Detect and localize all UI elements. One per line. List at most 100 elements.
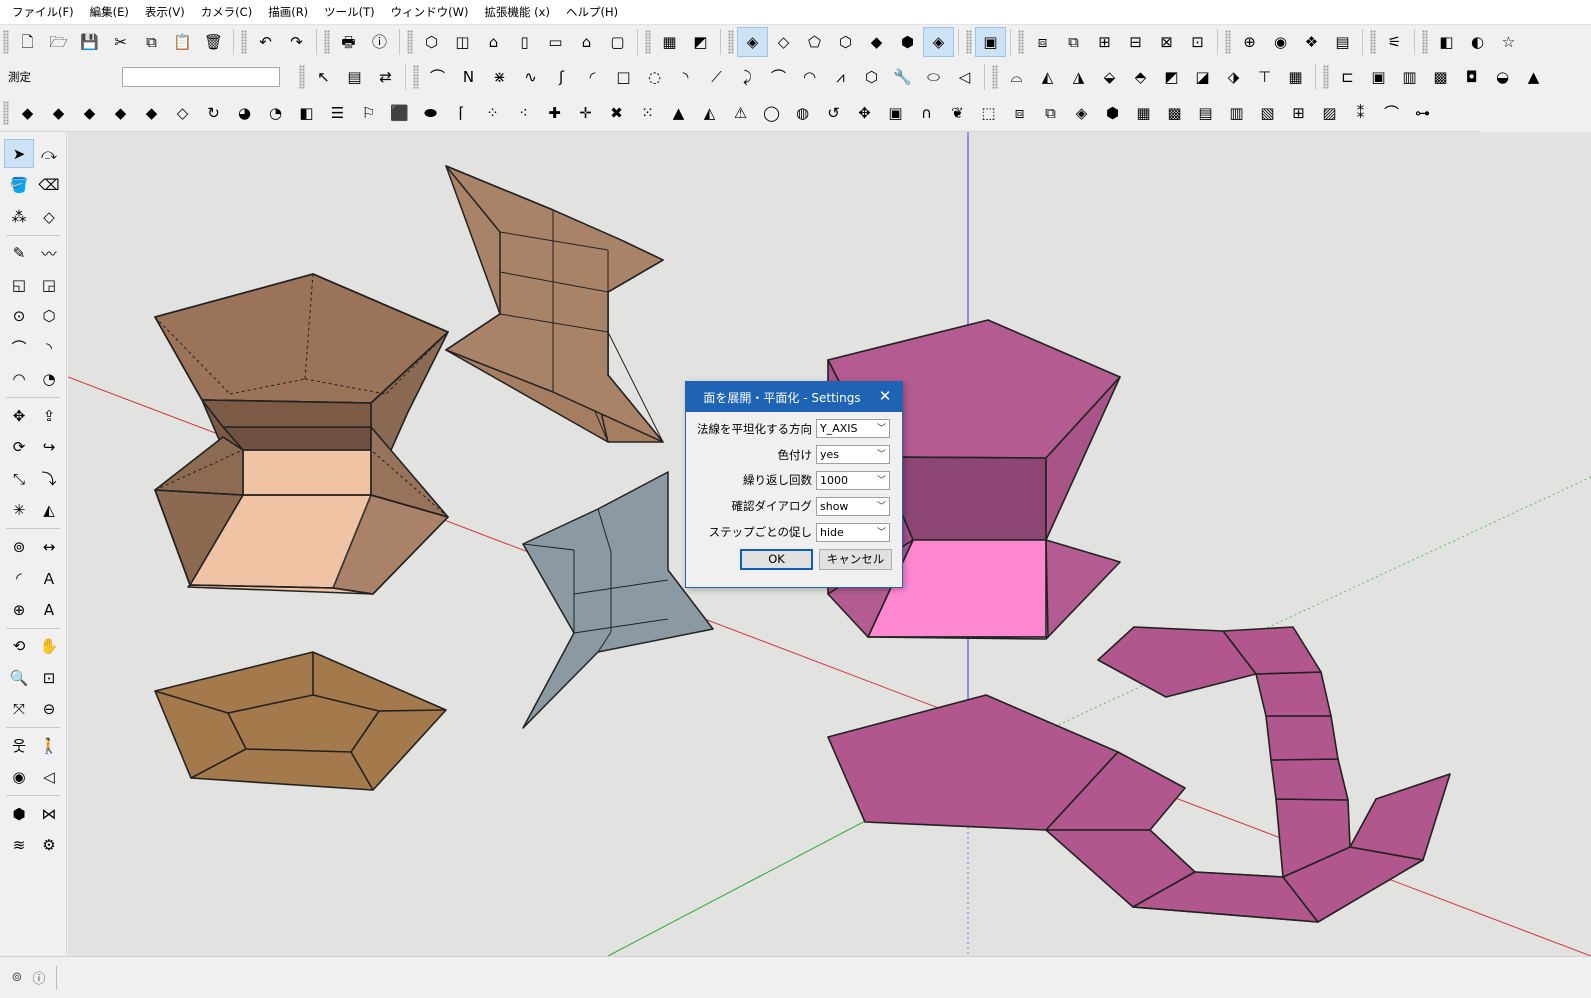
dialog-row-select[interactable]: hide ﹀ xyxy=(816,522,890,542)
delete-button[interactable]: 🗑 xyxy=(198,27,229,57)
surface-d-button[interactable]: ⬘ xyxy=(1125,62,1156,92)
wrench-button[interactable]: 🔧 xyxy=(887,62,918,92)
toolbar-grip[interactable] xyxy=(413,64,419,89)
layer-outline-button[interactable]: ◇ xyxy=(167,98,198,128)
sandbox-smoove-button[interactable]: ≋ xyxy=(4,831,34,860)
surface-g-button[interactable]: ⬗ xyxy=(1218,62,1249,92)
lasso-select-button[interactable]: ⤼ xyxy=(34,139,64,168)
tag-eraser-button[interactable]: ◇ xyxy=(34,202,64,231)
menu-item[interactable]: カメラ(C) xyxy=(193,0,261,24)
surface-b-button[interactable]: ◮ xyxy=(1063,62,1094,92)
walk-button[interactable]: 🚶 xyxy=(34,731,64,760)
shaded-style-button[interactable]: ◆ xyxy=(861,27,892,57)
flat-cone-button[interactable]: ◒ xyxy=(1487,62,1518,92)
toolbar-grip[interactable] xyxy=(407,29,413,54)
print-button[interactable]: 🖶 xyxy=(333,27,364,57)
scale-tool-button[interactable]: ⤡ xyxy=(4,464,34,493)
component-button[interactable]: ▣ xyxy=(975,26,1006,57)
dot-grid-button[interactable]: ⁙ xyxy=(632,98,663,128)
surface-c-button[interactable]: ⬙ xyxy=(1094,62,1125,92)
undo-button[interactable]: ↶ xyxy=(250,27,281,57)
toolbar-grip[interactable] xyxy=(728,29,734,54)
bezier-button[interactable]: ⌒ xyxy=(763,62,794,92)
component-tool-button[interactable]: ⁂ xyxy=(4,202,34,231)
magnet-button[interactable]: ∩ xyxy=(911,98,942,128)
spring-button[interactable]: ⚟ xyxy=(1379,27,1410,57)
circle-tool-button[interactable]: ⊙ xyxy=(4,302,34,331)
film-button[interactable]: ▩ xyxy=(1425,62,1456,92)
layer-pink-button[interactable]: ◆ xyxy=(136,98,167,128)
pencil-line-button[interactable]: ✎ xyxy=(4,239,34,268)
red-arc-button[interactable]: ◠ xyxy=(794,62,825,92)
paste-button[interactable]: 📋 xyxy=(167,27,198,57)
model-info-button[interactable]: ⓘ xyxy=(364,27,395,57)
eraser-button[interactable]: ⌫ xyxy=(34,171,64,200)
bottom-view-button[interactable]: ▢ xyxy=(602,27,633,57)
top-view-button[interactable]: ◫ xyxy=(447,27,478,57)
tan-flat-pentagon[interactable] xyxy=(154,651,447,791)
push-box-button[interactable]: ▣ xyxy=(880,98,911,128)
open-folder-button[interactable]: 🗁 xyxy=(43,27,74,57)
square-orange-button[interactable]: ◧ xyxy=(291,98,322,128)
toolbar-grip[interactable] xyxy=(241,29,247,54)
redo-button[interactable]: ↷ xyxy=(281,27,312,57)
cube-c-button[interactable]: ⧉ xyxy=(1035,98,1066,128)
monochrome-style-button[interactable]: ◈ xyxy=(923,26,954,57)
menu-item[interactable]: ウィンドウ(W) xyxy=(383,0,477,24)
select-tool-button[interactable]: ➤ xyxy=(4,139,34,169)
surface-a-button[interactable]: ◭ xyxy=(1032,62,1063,92)
orbit-button[interactable]: ⊕ xyxy=(1234,27,1265,57)
arc-2pt-button[interactable]: ◝ xyxy=(34,333,64,362)
copy-button[interactable]: ⧉ xyxy=(136,27,167,57)
flag-button[interactable]: ⚐ xyxy=(353,98,384,128)
toolbar-grip[interactable] xyxy=(1225,29,1231,54)
text-label-button[interactable]: Ａ xyxy=(34,564,64,593)
striped-box-button[interactable]: ☰ xyxy=(322,98,353,128)
front-view-button[interactable]: ⌂ xyxy=(478,27,509,57)
rotate-orange-button[interactable]: ↻ xyxy=(198,98,229,128)
back-view-button[interactable]: ▭ xyxy=(540,27,571,57)
spiral-button[interactable]: ◌ xyxy=(639,62,670,92)
arc-3pt-button[interactable]: ◠ xyxy=(4,365,34,394)
teardrop-button[interactable]: ◁ xyxy=(949,62,980,92)
save-button[interactable]: 💾 xyxy=(74,27,105,57)
iso-view-button[interactable]: ⬡ xyxy=(416,27,447,57)
polygon-button[interactable]: ⬡ xyxy=(856,62,887,92)
toolbar-grip[interactable] xyxy=(299,64,305,89)
toolbar-grip[interactable] xyxy=(1370,29,1376,54)
toolbar-grip[interactable] xyxy=(1018,29,1024,54)
wave-line-button[interactable]: ∿ xyxy=(515,62,546,92)
zoom-window-button[interactable]: ⊡ xyxy=(34,663,64,692)
cancel-button[interactable]: キャンセル xyxy=(819,548,892,570)
surface-e-button[interactable]: ◩ xyxy=(1156,62,1187,92)
look-around-button[interactable]: ◉ xyxy=(4,763,34,792)
toolbar-grip[interactable] xyxy=(324,29,330,54)
grid-box-c-button[interactable]: ▤ xyxy=(1190,98,1221,128)
position-camera-button[interactable]: 웃 xyxy=(4,731,34,760)
3d-text-button[interactable]: A xyxy=(34,595,64,624)
select-arrow-button[interactable]: ↖ xyxy=(308,62,339,92)
hidden-line-style-button[interactable]: ⬡ xyxy=(830,27,861,57)
mirror-button[interactable]: ◭ xyxy=(34,496,64,525)
orbit-tool-button[interactable]: ⟲ xyxy=(4,632,34,661)
orange-grid-a-button[interactable]: ▧ xyxy=(1252,98,1283,128)
pipe-button[interactable]: ⬬ xyxy=(415,98,446,128)
rotated-rectangle-button[interactable]: ◲ xyxy=(34,270,64,299)
layer-blue-button[interactable]: ◆ xyxy=(43,98,74,128)
bookmark-button[interactable]: ▣ xyxy=(1363,62,1394,92)
solid-trim-button[interactable]: ⊠ xyxy=(1151,27,1182,57)
axes-tool-button[interactable]: ⊕ xyxy=(4,595,34,624)
extension-warehouse-button[interactable]: ❖ xyxy=(1296,27,1327,57)
arc-segment-button[interactable]: ◝ xyxy=(670,62,701,92)
arc-curve-button[interactable]: ⌒ xyxy=(422,62,453,92)
polygon-tool-button[interactable]: ⬡ xyxy=(34,302,64,331)
solid-union-button[interactable]: ⊞ xyxy=(1089,27,1120,57)
shape-orange-b-button[interactable]: ◔ xyxy=(260,98,291,128)
toolbar-grip[interactable] xyxy=(3,101,9,125)
fill-triangle-button[interactable]: ◭ xyxy=(694,98,725,128)
solid-subtract-button[interactable]: ⊟ xyxy=(1120,27,1151,57)
sandbox-stamp-button[interactable]: ⚙ xyxy=(34,831,64,860)
arc-tool-button[interactable]: ⌒ xyxy=(4,333,34,362)
toolbar-grip[interactable] xyxy=(966,29,972,54)
cone-button[interactable]: ▲ xyxy=(1518,62,1549,92)
